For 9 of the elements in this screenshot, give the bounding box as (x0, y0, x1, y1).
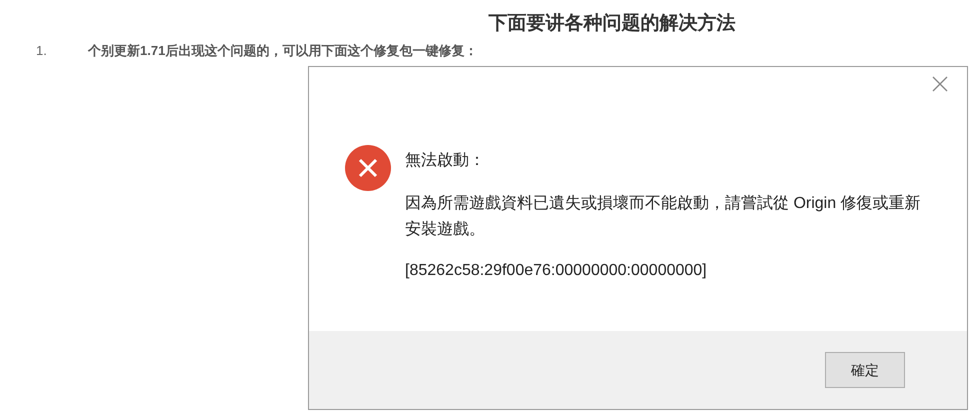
error-code: [85262c58:29f00e76:00000000:00000000] (405, 261, 708, 281)
dialog-title: 無法啟動： (405, 150, 486, 171)
page-heading: 下面要讲各种问题的解决方法 (488, 12, 736, 36)
close-icon[interactable] (931, 75, 949, 93)
error-icon (345, 145, 391, 191)
ok-button[interactable]: 確定 (825, 352, 905, 388)
dialog-message: 因為所需遊戲資料已遺失或損壞而不能啟動，請嘗試從 Origin 修復或重新安裝遊戲。 (405, 194, 922, 240)
list-number: 1. (36, 42, 48, 60)
list-item-text: 个别更新1.71后出现这个问题的，可以用下面这个修复包一键修复： (88, 42, 478, 60)
